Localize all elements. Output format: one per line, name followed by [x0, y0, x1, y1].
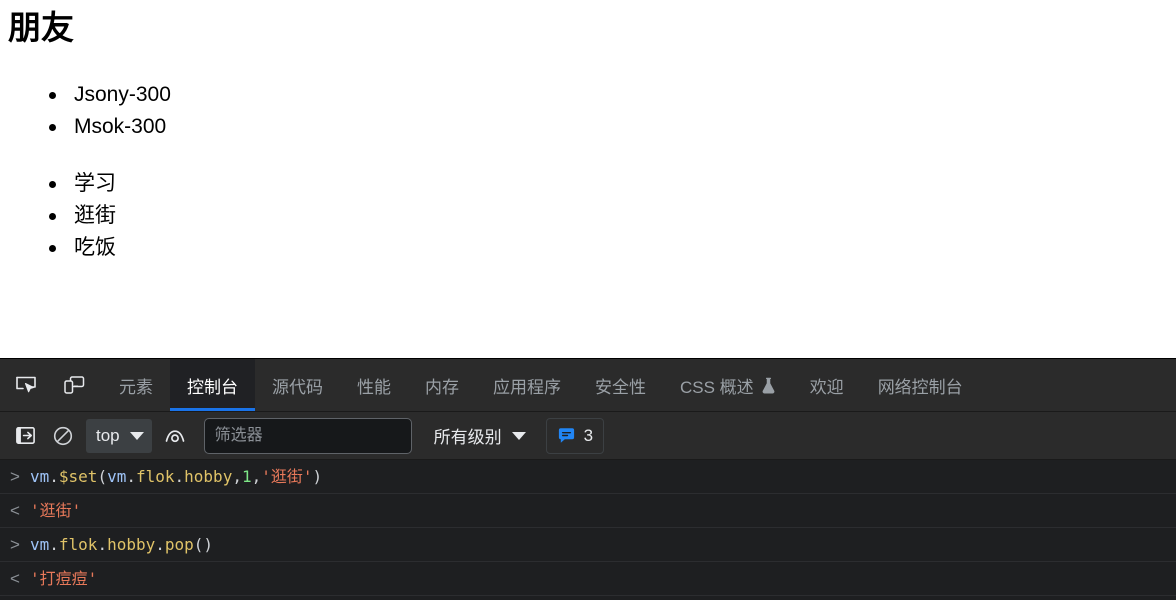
- console-toolbar: top 所有级别 3: [0, 412, 1176, 460]
- chevron-down-icon: [129, 431, 144, 440]
- console-row-text: vm.$set(vm.flok.hobby,1,'逛街'): [30, 466, 322, 488]
- devtools-tabbar: 元素 控制台 源代码 性能 内存 应用程序 安全性 CSS 概述 欢迎 网络控制台: [0, 359, 1176, 412]
- inspect-element-icon[interactable]: [10, 369, 42, 401]
- code-token: flok: [135, 466, 175, 486]
- list-item-label: 逛街: [74, 204, 116, 227]
- devtools-tool-icons: [0, 359, 90, 411]
- tab-9[interactable]: 欢迎: [793, 359, 861, 411]
- code-token: hobby: [107, 534, 156, 554]
- code-token: $set: [58, 466, 98, 486]
- list-item: 逛街: [40, 200, 116, 232]
- tab-1[interactable]: 元素: [102, 359, 170, 411]
- list-item-label: 学习: [74, 172, 116, 195]
- hobby-list: 学习 逛街 吃饭: [40, 168, 116, 264]
- tab-label: 内存: [425, 377, 459, 397]
- prompt-caret-icon: >: [10, 534, 20, 554]
- device-toolbar-icon[interactable]: [58, 369, 90, 401]
- bullet-icon: [49, 181, 56, 188]
- code-token: 1: [241, 466, 252, 486]
- code-token: vm: [107, 466, 127, 486]
- list-item-label: 吃饭: [74, 236, 116, 259]
- tab-3[interactable]: 源代码: [255, 359, 340, 411]
- message-count-value: 3: [583, 425, 594, 445]
- message-count-badge[interactable]: 3: [545, 417, 605, 454]
- tab-8[interactable]: CSS 概述: [663, 359, 793, 411]
- tab-label: 应用程序: [493, 377, 561, 397]
- tab-label: 元素: [119, 377, 153, 397]
- console-input-row[interactable]: > vm.$set(vm.flok.hobby,1,'逛街'): [0, 460, 1176, 494]
- console-row-text: '逛街': [30, 500, 81, 522]
- result-caret-icon: <: [10, 568, 20, 588]
- console-output-row[interactable]: < '逛街': [0, 494, 1176, 528]
- friends-list: Jsony-300 Msok-300: [40, 79, 171, 143]
- log-level-selector[interactable]: 所有级别: [428, 419, 532, 453]
- tab-5[interactable]: 内存: [408, 359, 476, 411]
- chevron-down-icon: [511, 431, 526, 440]
- tab-4[interactable]: 性能: [340, 359, 408, 411]
- list-item-label: Jsony-300: [74, 83, 171, 106]
- console-output-row[interactable]: < '打痘痘': [0, 562, 1176, 596]
- result-caret-icon: <: [10, 500, 20, 520]
- code-token: .: [49, 534, 59, 554]
- bullet-icon: [49, 245, 56, 252]
- code-token: .: [97, 534, 108, 554]
- console-filter-input[interactable]: [203, 417, 412, 454]
- execution-context-selector[interactable]: top: [86, 418, 152, 453]
- tab-10[interactable]: 网络控制台: [861, 359, 980, 411]
- list-item: 学习: [40, 168, 116, 200]
- list-item: Jsony-300: [40, 79, 171, 111]
- code-token: '打痘痘': [30, 568, 98, 588]
- code-token: '逛街': [261, 466, 313, 486]
- code-token: vm: [30, 466, 50, 486]
- tab-label: CSS 概述: [680, 377, 754, 397]
- flask-icon: [761, 377, 776, 394]
- eye-icon[interactable]: [158, 419, 192, 453]
- code-token: (: [97, 466, 108, 486]
- console-sidebar-icon[interactable]: [8, 419, 42, 453]
- code-token: ,: [251, 466, 262, 486]
- tab-7[interactable]: 安全性: [578, 359, 663, 411]
- tab-label: 源代码: [272, 377, 323, 397]
- speech-bubble-icon: [557, 426, 576, 445]
- tab-2[interactable]: 控制台: [170, 359, 255, 411]
- devtools-tabs: 元素 控制台 源代码 性能 内存 应用程序 安全性 CSS 概述 欢迎 网络控制台: [102, 359, 980, 411]
- console-row-text: '打痘痘': [30, 568, 97, 590]
- bullet-icon: [49, 213, 56, 220]
- tab-label: 控制台: [187, 377, 238, 397]
- code-token: '逛街': [30, 500, 82, 520]
- code-token: ,: [232, 466, 242, 486]
- list-item: 吃饭: [40, 232, 116, 264]
- code-token: flok: [58, 534, 98, 554]
- page-title: 朋友: [8, 9, 74, 46]
- code-token: .: [174, 466, 185, 486]
- bullet-icon: [49, 92, 56, 99]
- list-item-label: Msok-300: [74, 115, 167, 138]
- code-token: .: [126, 466, 136, 486]
- console-row-text: vm.flok.hobby.pop(): [30, 534, 213, 556]
- code-token: ): [312, 466, 323, 486]
- tab-label: 性能: [357, 377, 391, 397]
- console-input-row[interactable]: > vm.flok.hobby.pop(): [0, 528, 1176, 562]
- clear-console-icon[interactable]: [46, 419, 80, 453]
- tab-label: 网络控制台: [877, 377, 963, 397]
- code-token: vm: [30, 534, 50, 554]
- code-token: .: [155, 534, 165, 554]
- prompt-caret-icon: >: [10, 466, 20, 486]
- console-output[interactable]: > vm.$set(vm.flok.hobby,1,'逛街') < '逛街' > vm.f…: [0, 460, 1176, 600]
- tab-label: 欢迎: [809, 377, 844, 397]
- code-token: .: [49, 466, 59, 486]
- code-token: (): [193, 534, 214, 554]
- bullet-icon: [49, 124, 56, 131]
- code-token: pop: [164, 534, 194, 554]
- code-token: hobby: [184, 466, 233, 486]
- execution-context-label: top: [96, 425, 120, 445]
- list-item: Msok-300: [40, 111, 171, 143]
- tab-label: 安全性: [595, 377, 646, 397]
- page-viewport: 朋友 Jsony-300 Msok-300 学习逛街吃饭: [0, 0, 1176, 358]
- devtools-panel: 元素 控制台 源代码 性能 内存 应用程序 安全性 CSS 概述 欢迎 网络控制台 top: [0, 358, 1176, 600]
- tab-6[interactable]: 应用程序: [476, 359, 578, 411]
- log-level-label: 所有级别: [433, 428, 502, 447]
